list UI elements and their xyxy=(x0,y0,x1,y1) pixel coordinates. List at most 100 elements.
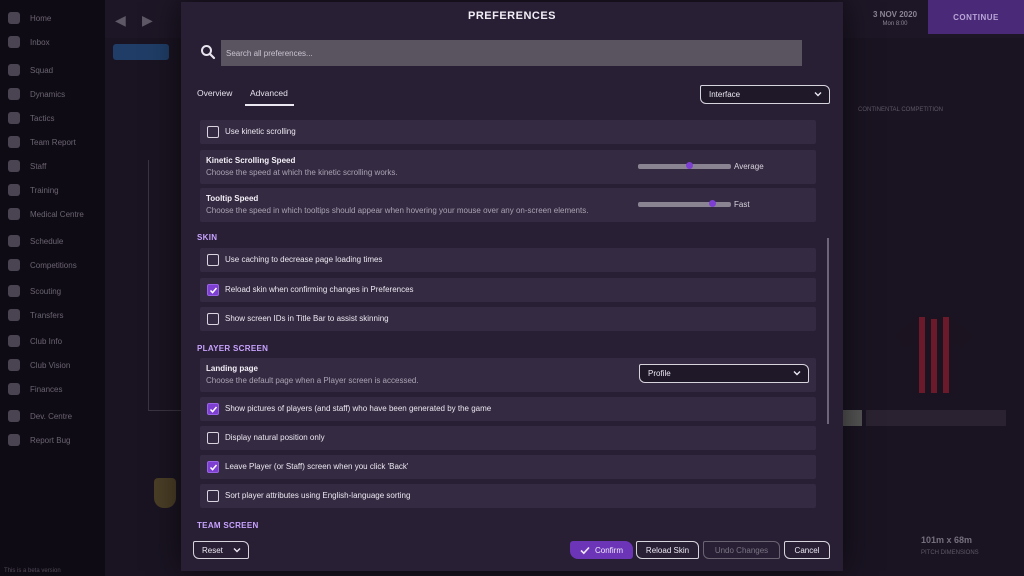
nav-icon xyxy=(8,285,20,297)
sidebar-item-label: Inbox xyxy=(30,37,50,47)
list-item[interactable]: Show pictures of players (and staff) who… xyxy=(200,397,816,421)
tooltip-speed-slider[interactable] xyxy=(638,200,731,207)
confirm-button[interactable]: Confirm xyxy=(570,541,633,559)
slider-handle[interactable] xyxy=(708,200,716,207)
sidebar-item-label: Finances xyxy=(30,384,63,394)
checkbox-label: Show screen IDs in Title Bar to assist s… xyxy=(225,314,389,323)
nav-icon xyxy=(8,235,20,247)
sidebar-item[interactable]: Medical Centre xyxy=(8,205,84,223)
background-bar xyxy=(866,410,1006,426)
list-item: Landing page Choose the default page whe… xyxy=(200,358,816,392)
list-item: Tooltip Speed Choose the speed in which … xyxy=(200,188,816,222)
screen-ids-checkbox[interactable] xyxy=(207,313,219,325)
forward-arrow-icon[interactable]: ▶ xyxy=(142,12,153,29)
sidebar-item[interactable]: Competitions xyxy=(8,256,77,274)
sidebar-item[interactable]: Club Vision xyxy=(8,356,70,374)
sidebar-item[interactable]: Club Info xyxy=(8,332,62,350)
kinetic-scrolling-checkbox[interactable] xyxy=(207,126,219,138)
nav-icon xyxy=(8,434,20,446)
sidebar-item-label: Club Vision xyxy=(30,360,71,370)
sidebar-item-label: Schedule xyxy=(30,236,64,246)
setting-description: Choose the speed in which tooltips shoul… xyxy=(206,206,589,215)
sidebar-item-label: Tactics xyxy=(30,113,55,123)
tab-overview[interactable]: Overview xyxy=(197,88,232,98)
undo-changes-button[interactable]: Undo Changes xyxy=(703,541,780,559)
nav-icon xyxy=(8,36,20,48)
sidebar-item-label: Transfers xyxy=(30,310,64,320)
sidebar-item-label: Medical Centre xyxy=(30,209,84,219)
cancel-button[interactable]: Cancel xyxy=(784,541,830,559)
sidebar-item[interactable]: Training xyxy=(8,181,59,199)
show-pictures-checkbox[interactable] xyxy=(207,403,219,415)
scrollbar[interactable] xyxy=(827,238,829,424)
nav-icon xyxy=(8,64,20,76)
reload-skin-checkbox[interactable] xyxy=(207,284,219,296)
preferences-list[interactable]: Use kinetic scrolling Kinetic Scrolling … xyxy=(197,118,825,536)
background-bar xyxy=(842,410,862,426)
setting-title: Landing page xyxy=(206,364,258,373)
list-item[interactable]: Reload skin when confirming changes in P… xyxy=(200,278,816,302)
continue-button[interactable]: CONTINUE xyxy=(928,0,1024,34)
checkmark-icon xyxy=(209,464,218,471)
reset-label: Reset xyxy=(202,545,223,555)
sidebar-item[interactable]: Report Bug xyxy=(8,431,70,449)
back-arrow-icon[interactable]: ◀ xyxy=(115,12,126,29)
tab-advanced[interactable]: Advanced xyxy=(245,88,294,106)
nav-icon xyxy=(8,112,20,124)
list-item[interactable]: Leave Player (or Staff) screen when you … xyxy=(200,455,816,479)
sidebar-item-label: Competitions xyxy=(30,260,77,270)
nav-icon xyxy=(8,359,20,371)
reload-skin-button[interactable]: Reload Skin xyxy=(636,541,699,559)
sidebar-item[interactable]: Staff xyxy=(8,157,46,175)
list-item: Kinetic Scrolling Speed Choose the speed… xyxy=(200,150,816,184)
sidebar-item[interactable]: Transfers xyxy=(8,306,64,324)
search-icon xyxy=(201,45,216,60)
beta-status-text: This is a beta version xyxy=(4,568,61,574)
list-item[interactable]: Use kinetic scrolling xyxy=(200,120,816,144)
landing-page-dropdown[interactable]: Profile xyxy=(639,364,809,383)
chevron-down-icon xyxy=(793,371,801,376)
natural-position-checkbox[interactable] xyxy=(207,432,219,444)
background-sidebar: Home Inbox Squad Dynamics Tactics Team Report… xyxy=(0,0,105,576)
sidebar-item[interactable]: Scouting xyxy=(8,282,61,300)
sort-attributes-checkbox[interactable] xyxy=(207,490,219,502)
checkbox-label: Show pictures of players (and staff) who… xyxy=(225,404,492,413)
checkbox-label: Sort player attributes using English-lan… xyxy=(225,491,411,500)
chevron-down-icon xyxy=(233,548,241,553)
sidebar-item[interactable]: Finances xyxy=(8,380,62,398)
category-dropdown-value: Interface xyxy=(709,90,741,99)
sidebar-item-label: Staff xyxy=(30,161,47,171)
sidebar-item[interactable]: Home xyxy=(8,9,51,27)
list-item[interactable]: Show screen IDs in Title Bar to assist s… xyxy=(200,307,816,331)
sidebar-item[interactable]: Inbox xyxy=(8,33,50,51)
sidebar-item[interactable]: Dynamics xyxy=(8,85,65,103)
list-item[interactable]: Use caching to decrease page loading tim… xyxy=(200,248,816,272)
sidebar-item-label: Home xyxy=(30,13,52,23)
search-input[interactable] xyxy=(221,40,802,66)
slider-handle[interactable] xyxy=(685,162,693,169)
sidebar-item[interactable]: Team Report xyxy=(8,133,76,151)
nav-icon xyxy=(8,208,20,220)
nav-icon xyxy=(8,12,20,24)
reset-button[interactable]: Reset xyxy=(193,541,249,559)
nav-icon xyxy=(8,160,20,172)
sidebar-item[interactable]: Schedule xyxy=(8,232,63,250)
setting-title: Kinetic Scrolling Speed xyxy=(206,156,296,165)
list-item[interactable]: Display natural position only xyxy=(200,426,816,450)
background-chart-axis xyxy=(148,160,149,410)
landing-page-value: Profile xyxy=(648,369,671,378)
sidebar-item[interactable]: Tactics xyxy=(8,109,54,127)
kinetic-speed-slider[interactable] xyxy=(638,162,731,169)
checkbox-label: Reload skin when confirming changes in P… xyxy=(225,285,414,294)
club-crest-icon xyxy=(154,478,176,508)
sidebar-item[interactable]: Squad xyxy=(8,61,53,79)
sidebar-item[interactable]: Dev. Centre xyxy=(8,407,72,425)
slider-value: Average xyxy=(734,162,764,171)
checkbox-label: Use kinetic scrolling xyxy=(225,127,296,136)
category-dropdown[interactable]: Interface xyxy=(700,85,830,104)
sidebar-item-label: Team Report xyxy=(30,137,76,147)
leave-on-back-checkbox[interactable] xyxy=(207,461,219,473)
nav-icon xyxy=(8,309,20,321)
list-item[interactable]: Sort player attributes using English-lan… xyxy=(200,484,816,508)
caching-checkbox[interactable] xyxy=(207,254,219,266)
